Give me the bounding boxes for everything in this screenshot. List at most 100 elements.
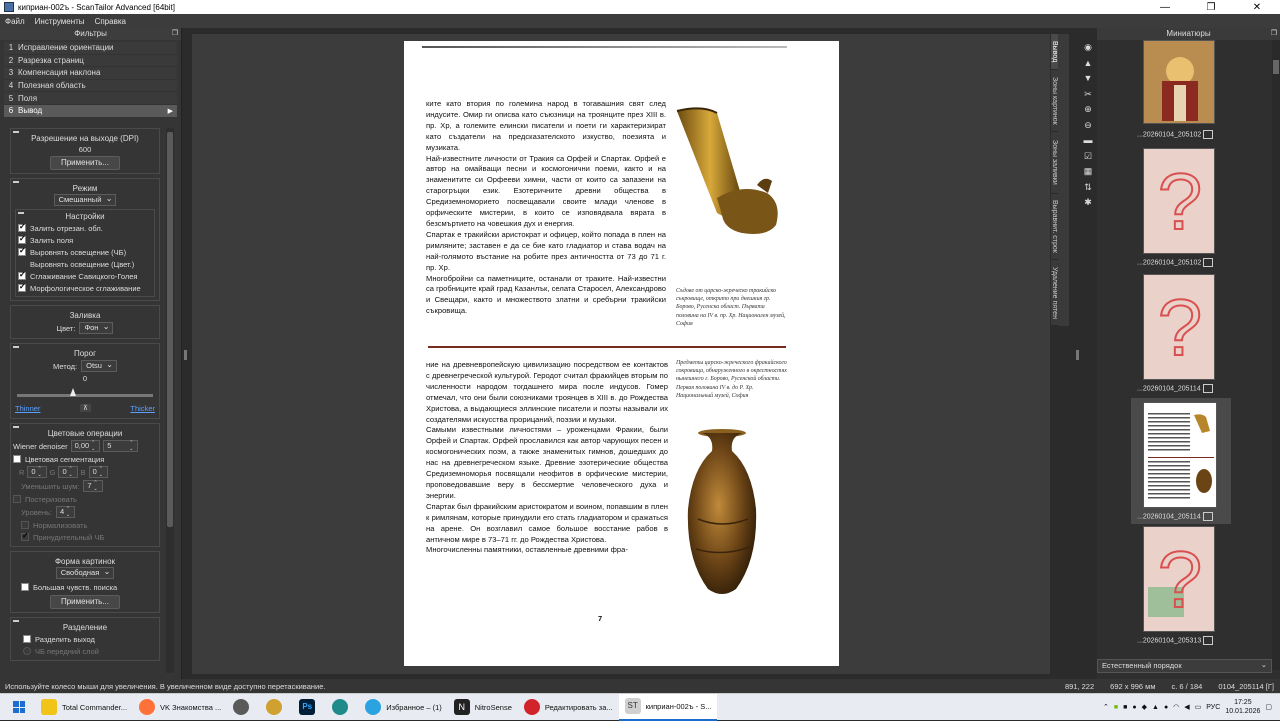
checkbox[interactable] [21,521,29,529]
clock[interactable]: 17:25 10.01.2026 [1225,698,1260,716]
fill-margins-checkbox[interactable]: Залить поля [18,234,152,246]
scrollbar-thumb[interactable] [167,132,173,527]
thumbnail-page-image[interactable]: ? [1143,274,1215,380]
tab-picture-zones[interactable]: Зоны картинок [1051,70,1058,132]
collapse-icon[interactable] [13,181,19,183]
maximize-button[interactable]: ❐ [1188,2,1234,13]
filter-item-split-pages[interactable]: 2 Разрезка страниц [4,54,177,68]
sort-order-select[interactable]: Естественный порядок [1097,659,1272,673]
tray-app-icon[interactable]: ● [1132,704,1136,711]
taskbar-vivaldi[interactable]: Редактировать за... [518,694,619,721]
b-spinbox[interactable]: 0 [88,466,108,478]
menu-tools[interactable]: Инструменты [30,17,90,26]
tray-app-icon[interactable]: ▲ [1152,704,1159,711]
checkbox[interactable] [18,246,26,256]
morph-smoothing-checkbox[interactable]: Морфологическое сглаживание [18,282,152,294]
sort-icon[interactable]: ⇅ [1084,180,1092,196]
thumbnail-item[interactable]: ...20260104_205102 [1131,40,1231,156]
taskbar-app-eye[interactable] [260,694,293,721]
taskbar-total-commander[interactable]: Total Commander... [35,694,133,721]
minimize-button[interactable]: — [1142,2,1188,13]
equalize-color-checkbox[interactable]: Выровнять освещение (Цвет.) [18,258,152,270]
tray-chevron-icon[interactable]: ⌃ [1103,703,1109,711]
r-spinbox[interactable]: 0 [27,466,47,478]
brush-icon[interactable]: ▬ [1084,133,1093,149]
language-indicator[interactable]: РУС [1206,704,1220,711]
checkbox[interactable] [13,455,21,463]
bw-foreground-radio[interactable]: ЧБ передний слой [13,645,157,657]
collapse-icon[interactable] [18,212,24,214]
big-search-checkbox[interactable]: Большая чувств. поиска [13,581,157,593]
thumbnail-page-image[interactable]: ? [1143,148,1215,254]
asterisk-icon[interactable]: ✱ [1084,195,1092,211]
filter-item-margins[interactable]: 5 Поля [4,92,177,105]
eye-icon[interactable]: ◉ [1084,40,1092,56]
picture-shape-apply-button[interactable]: Применить... [49,595,120,609]
reset-icon[interactable]: ⊼ [79,404,91,412]
filter-item-orientation[interactable]: 1 Исправление ориентации [4,42,177,55]
thumbnails-scrollbar[interactable] [1272,40,1280,670]
thumbnail-item[interactable]: ? ...20260104_205102 [1131,148,1231,274]
taskbar-app-c[interactable] [326,694,359,721]
splitter-handle[interactable] [184,350,187,360]
checkbox[interactable] [21,531,29,541]
menu-file[interactable]: Файл [0,17,30,26]
image-view[interactable]: ките като втория по големина народ в тог… [192,34,1050,674]
zoom-in-icon[interactable]: ⊕ [1084,102,1092,118]
tray-app-icon[interactable]: ◆ [1142,703,1147,711]
play-icon[interactable]: ▶ [168,107,173,115]
threshold-method-select[interactable]: Otsu [81,360,117,372]
tab-output[interactable]: Вывод [1051,34,1058,70]
scrollbar-thumb[interactable] [1273,60,1279,74]
thumbnail-icon-image[interactable] [1143,40,1215,124]
force-bw-checkbox[interactable]: Принудительный ЧБ [13,531,157,543]
tray-app-icon[interactable]: ● [1164,704,1168,711]
collapse-icon[interactable] [13,620,19,622]
savitzky-golay-checkbox[interactable]: Сглаживание Савицкого-Голея [18,270,152,282]
taskbar-firefox[interactable]: VK Знакомства ... [133,694,227,721]
speaker-icon[interactable]: ◀ [1184,703,1189,711]
equalize-bw-checkbox[interactable]: Выровнять освещение (ЧБ) [18,246,152,258]
options-scrollbar[interactable] [166,128,174,673]
taskbar-telegram[interactable]: Избранное – (1) [359,694,448,721]
slider-track[interactable] [17,394,153,397]
wiener-coef-spinbox[interactable]: 0,00 [70,440,101,452]
checkbox[interactable] [21,583,29,591]
checkbox[interactable] [13,495,21,503]
checkbox[interactable] [18,270,26,280]
collapse-icon[interactable] [13,131,19,133]
fill-color-select[interactable]: Фон [79,322,114,334]
thumbnail-page-image[interactable] [1143,402,1217,508]
mode-select[interactable]: Смешанный [53,194,117,206]
color-segmentation-checkbox[interactable]: Цветовая сегментация [13,453,157,465]
taskbar-nitrosense[interactable]: N NitroSense [448,694,518,721]
taskbar-photoshop[interactable]: Ps [293,694,326,721]
wifi-icon[interactable]: ◠ [1173,703,1179,711]
splitter-handle[interactable] [1076,350,1079,360]
checkbox[interactable] [23,635,31,643]
taskbar-camera[interactable] [227,694,260,721]
checkbox[interactable] [18,234,26,244]
thumbnail-item[interactable]: ? ...20260104_205114 [1131,274,1231,400]
menu-help[interactable]: Справка [90,17,131,26]
tray-app-icon[interactable]: ■ [1123,704,1127,711]
tab-fill-zones[interactable]: Зоны заливки [1051,132,1058,194]
thicker-link[interactable]: Thicker [130,404,155,413]
thumbnail-item[interactable]: ? ...20260104_205313 [1131,526,1231,652]
tab-dewarping[interactable]: Выравнит. строк [1051,194,1058,260]
battery-icon[interactable]: ▭ [1195,703,1202,711]
collapse-icon[interactable] [13,426,19,428]
undock-icon[interactable]: ❐ [1271,28,1277,40]
tab-despeckling[interactable]: Удаление пятен [1051,260,1058,326]
noise-spinbox[interactable]: 7 [83,480,103,492]
thumbnail-page-image[interactable]: ? [1143,526,1215,632]
scissors-icon[interactable]: ✂ [1084,87,1092,103]
filter-item-output[interactable]: 6 Вывод ▶ [4,104,177,118]
zoom-out-icon[interactable]: ⊖ [1084,118,1092,134]
close-button[interactable]: ✕ [1234,2,1280,13]
picture-shape-select[interactable]: Свободная [55,567,115,579]
checkbox[interactable] [18,222,26,232]
taskbar-scantailor[interactable]: ST киприан-002ъ - S... [618,693,718,721]
arrow-up-icon[interactable]: ▲ [1084,56,1093,72]
tray-nvidia-icon[interactable]: ■ [1114,704,1118,711]
